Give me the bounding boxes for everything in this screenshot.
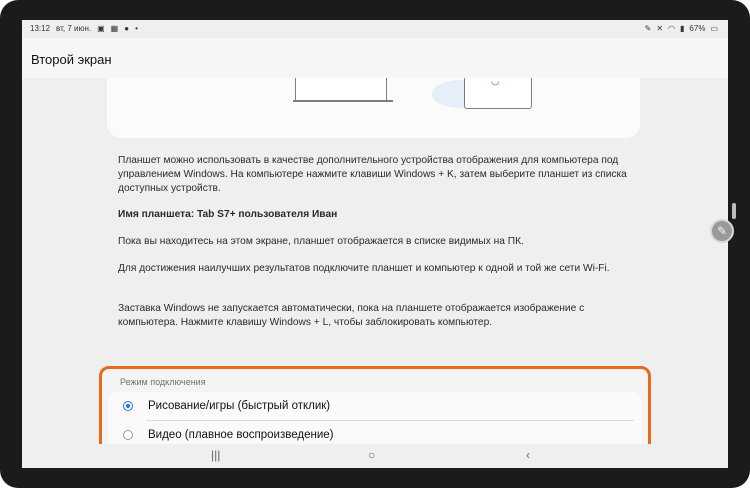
screensaver-note: Заставка Windows не запускается автомати… [118,303,585,328]
description-paragraph: Планшет можно использовать в качестве до… [118,155,627,194]
wifi-icon: ◡ [491,76,500,87]
status-time: 13:12 [30,24,51,33]
tablet-frame: 13:12 вт, 7 июн. ▣ ▦ ● • ✎ ✕ ◠ ▮ 67% ▭ В… [0,0,750,488]
status-date: вт, 7 июн. [56,24,92,33]
device-name: Имя планшета: Tab S7+ пользователя Иван [118,209,338,220]
radio-unselected[interactable] [123,430,133,440]
calendar-icon: ▦ [110,24,119,33]
connection-mode-list: Рисование/игры (быстрый отклик) Видео (п… [108,392,642,450]
radio-selected[interactable] [123,401,133,411]
mute-icon: ✕ [656,24,664,33]
laptop-base [293,100,393,102]
mode-option-label: Видео (плавное воспроизведение) [148,429,334,441]
image-icon: ▣ [97,24,105,33]
edge-panel-handle[interactable] [732,203,736,219]
mode-option-drawing[interactable]: Рисование/игры (быстрый отклик) [108,392,642,420]
back-button[interactable]: ‹ [526,448,530,462]
wifi-icon: ◠ [668,24,676,33]
app-bar: Второй экран [22,38,728,78]
status-bar: 13:12 вт, 7 июн. ▣ ▦ ● • ✎ ✕ ◠ ▮ 67% ▭ [22,20,728,38]
laptop-illustration [295,78,387,101]
battery-icon: ▭ [710,24,718,33]
pen-icon: ✎ [644,24,652,33]
home-button[interactable]: ○ [368,448,375,462]
visibility-note: Пока вы находитесь на этом экране, планш… [118,236,524,247]
mode-option-label: Рисование/игры (быстрый отклик) [148,400,331,412]
wifi-note: Для достижения наилучших результатов под… [118,263,610,274]
navigation-bar: ||| ○ ‹ [22,444,728,468]
screen: 13:12 вт, 7 июн. ▣ ▦ ● • ✎ ✕ ◠ ▮ 67% ▭ В… [22,20,728,468]
battery-level: 67% [689,24,706,33]
notification-icon: ● [124,24,130,33]
illustration-card: ◡ [107,76,640,138]
signal-icon: ▮ [680,24,685,33]
content-area[interactable]: ◡ Планшет можно использовать в качестве … [22,76,728,458]
dot-icon: • [135,24,138,33]
pen-icon[interactable]: ✎ [710,219,734,243]
connection-mode-label: Режим подключения [120,377,206,387]
page-title: Второй экран [31,52,112,67]
recents-button[interactable]: ||| [211,448,220,462]
